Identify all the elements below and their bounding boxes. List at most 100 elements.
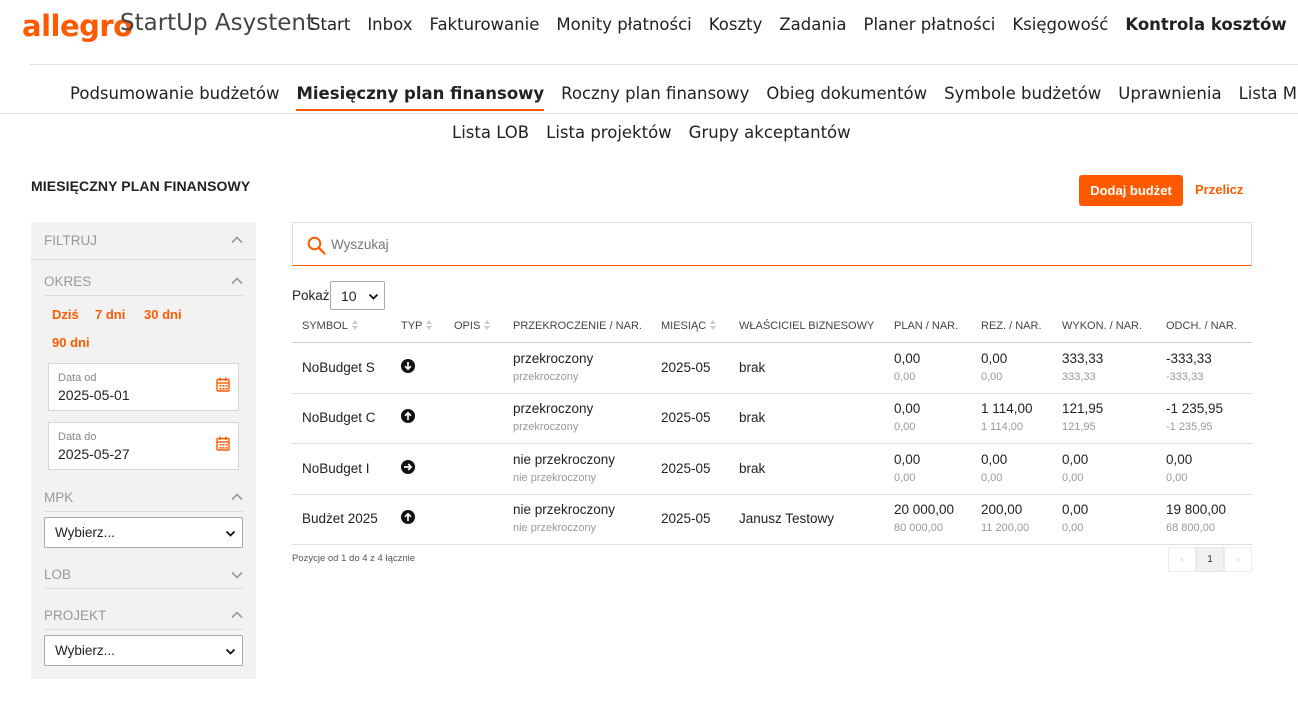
cell-odch: 0,00	[1166, 452, 1193, 467]
chevron-up-icon[interactable]	[231, 234, 243, 246]
chevron-up-icon[interactable]	[231, 275, 243, 287]
cell-wykon-nar: 0,00	[1062, 472, 1084, 484]
tab-podsumowanie[interactable]: Podsumowanie budżetów	[70, 84, 279, 111]
date-to-label: Data do	[58, 431, 97, 443]
cell-plan: 0,00	[894, 401, 921, 416]
arrow-up-circle-icon	[401, 409, 415, 423]
recalculate-link[interactable]: Przelicz	[1195, 182, 1243, 197]
cell-symbol: NoBudget C	[302, 410, 376, 425]
add-budget-button[interactable]: Dodaj budżet	[1079, 175, 1183, 206]
nav-inbox[interactable]: Inbox	[367, 15, 412, 34]
cell-plan: 0,00	[894, 351, 921, 366]
projekt-label: PROJEKT	[44, 608, 107, 623]
page-1-button[interactable]: 1	[1196, 547, 1224, 572]
cell-rez: 0,00	[981, 351, 1008, 366]
cell-rez: 1 114,00	[981, 401, 1033, 416]
cell-rez-nar: 0,00	[981, 371, 1003, 383]
nav-kontrola-kosztow[interactable]: Kontrola kosztów	[1125, 15, 1286, 34]
tab-obieg-dokumentow[interactable]: Obieg dokumentów	[766, 84, 927, 111]
divider	[31, 259, 256, 260]
quick-30-days[interactable]: 30 dni	[144, 307, 182, 322]
mpk-select-value: Wybierz...	[55, 525, 115, 540]
cell-rez-nar: 1 114,00	[981, 421, 1024, 433]
sort-icon	[351, 320, 358, 330]
cell-rez: 0,00	[981, 452, 1008, 467]
cell-przekroczenie: nie przekroczony	[513, 502, 616, 517]
top-bar: allegro StartUp Asystent Start Inbox Fak…	[0, 0, 1298, 50]
calendar-icon[interactable]	[216, 377, 230, 392]
page-title: MIESIĘCZNY PLAN FINANSOWY	[31, 178, 251, 194]
table-row[interactable]: NoBudget I nie przekroczony nie przekroc…	[292, 444, 1252, 495]
cell-przekroczenie: przekroczony	[513, 351, 594, 366]
cell-wlasciciel: brak	[739, 461, 766, 476]
chevron-down-icon	[225, 530, 236, 537]
tab-lista-lob[interactable]: Lista LOB	[452, 123, 529, 142]
quick-7-days[interactable]: 7 dni	[95, 307, 125, 322]
page-size-label: Pokaż	[292, 288, 330, 303]
cell-przekroczenie-nar: nie przekroczony	[513, 472, 597, 484]
column-header-wykon: WYKON. / NAR.	[1062, 320, 1143, 332]
search-input[interactable]	[331, 233, 1231, 255]
cell-odch-nar: 68 800,00	[1166, 522, 1215, 534]
quick-90-days[interactable]: 90 dni	[52, 335, 90, 350]
cell-rez: 200,00	[981, 502, 1023, 517]
sort-icon	[484, 320, 491, 330]
cell-wykon-nar: 0,00	[1062, 522, 1084, 534]
tab-lista-mpk[interactable]: Lista MPK	[1239, 84, 1298, 111]
column-header-opis[interactable]: OPIS	[454, 320, 491, 332]
table-header: SYMBOL TYP OPIS PRZEKROCZENIE / NAR. MIE…	[292, 310, 1252, 343]
cell-symbol: Budżet 2025	[302, 511, 378, 526]
nav-koszty[interactable]: Koszty	[709, 15, 763, 34]
cell-przekroczenie-nar: przekroczony	[513, 421, 579, 433]
table-row[interactable]: NoBudget S przekroczony przekroczony 202…	[292, 343, 1252, 394]
nav-start[interactable]: Start	[310, 15, 350, 34]
cell-miesiac: 2025-05	[661, 410, 711, 425]
prev-page-button[interactable]: ‹	[1168, 547, 1196, 572]
divider	[44, 588, 243, 589]
chevron-up-icon[interactable]	[231, 491, 243, 503]
date-from-field[interactable]: Data od 2025-05-01	[48, 363, 239, 411]
chevron-up-icon[interactable]	[231, 609, 243, 621]
tab-uprawnienia[interactable]: Uprawnienia	[1118, 84, 1221, 111]
nav-zadania[interactable]: Zadania	[779, 15, 846, 34]
table-row[interactable]: NoBudget C przekroczony przekroczony 202…	[292, 393, 1252, 444]
nav-monity[interactable]: Monity płatności	[556, 15, 691, 34]
column-header-odch: ODCH. / NAR.	[1166, 320, 1237, 332]
cell-wlasciciel: brak	[739, 410, 766, 425]
date-to-field[interactable]: Data do 2025-05-27	[48, 422, 239, 470]
nav-planer[interactable]: Planer płatności	[864, 15, 996, 34]
column-header-typ[interactable]: TYP	[401, 320, 433, 332]
cell-rez-nar: 11 200,00	[981, 522, 1030, 534]
page-size-select[interactable]: 10	[330, 281, 385, 310]
column-header-symbol[interactable]: SYMBOL	[302, 320, 358, 332]
tab-lista-projektow[interactable]: Lista projektów	[546, 123, 672, 142]
tab-roczny-plan[interactable]: Roczny plan finansowy	[561, 84, 749, 111]
allegro-logo[interactable]: allegro	[22, 9, 133, 43]
nav-fakturowanie[interactable]: Fakturowanie	[429, 15, 539, 34]
cell-miesiac: 2025-05	[661, 461, 711, 476]
calendar-icon[interactable]	[216, 436, 230, 451]
table-row[interactable]: Budżet 2025 nie przekroczony nie przekro…	[292, 494, 1252, 545]
next-page-button[interactable]: ›	[1224, 547, 1252, 572]
mpk-select[interactable]: Wybierz...	[44, 517, 243, 548]
cell-odch-nar: -1 235,95	[1166, 421, 1213, 433]
cell-plan-nar: 0,00	[894, 421, 916, 433]
chevron-down-icon[interactable]	[231, 569, 243, 581]
cell-przekroczenie: przekroczony	[513, 401, 594, 416]
cell-przekroczenie-nar: nie przekroczony	[513, 522, 597, 534]
cell-przekroczenie-nar: przekroczony	[513, 371, 579, 383]
sort-icon	[710, 320, 717, 330]
projekt-select[interactable]: Wybierz...	[44, 635, 243, 666]
tab-grupy-akceptantow[interactable]: Grupy akceptantów	[689, 123, 851, 142]
tab-symbole-budzetow[interactable]: Symbole budżetów	[944, 84, 1101, 111]
cell-plan: 0,00	[894, 452, 921, 467]
nav-ksiegowosc[interactable]: Księgowość	[1012, 15, 1108, 34]
quick-today[interactable]: Dziś	[52, 307, 79, 322]
cell-plan-nar: 80 000,00	[894, 522, 943, 534]
tab-miesieczny-plan[interactable]: Miesięczny plan finansowy	[296, 84, 545, 111]
column-header-miesiac[interactable]: MIESIĄC	[661, 320, 717, 332]
cell-symbol: NoBudget I	[302, 461, 370, 476]
projekt-select-value: Wybierz...	[55, 643, 115, 658]
app-name: StartUp Asystent	[120, 10, 316, 36]
column-header-przekroczenie: PRZEKROCZENIE / NAR.	[513, 320, 642, 332]
